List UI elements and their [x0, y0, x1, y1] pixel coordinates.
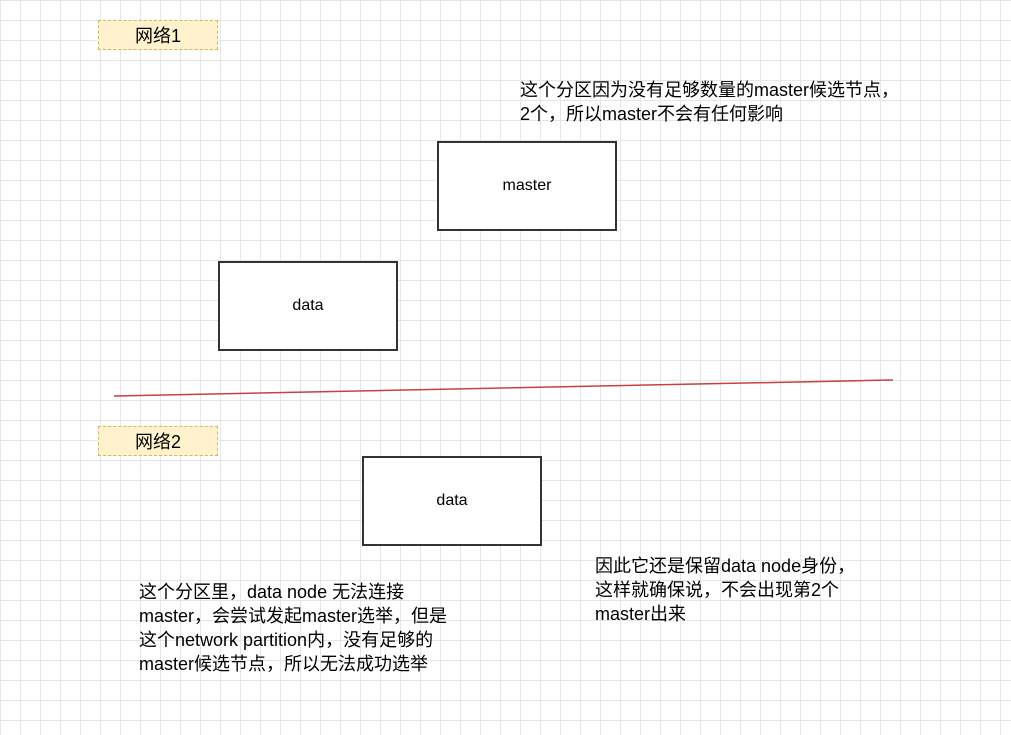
network2-note-left-line-2: master，会尝试发起master选举，但是 — [139, 606, 448, 626]
network2-data-node[interactable]: data — [362, 456, 542, 546]
network2-note-right-line-2: 这样就确保说，不会出现第2个 — [595, 580, 840, 600]
network2-note-right-line-1: 因此它还是保留data node身份， — [595, 556, 856, 576]
partition-divider-line[interactable] — [113, 379, 894, 397]
network2-note-right-line-3: master出来 — [595, 604, 687, 624]
network2-note-left-line-3: 这个network partition内，没有足够的 — [139, 630, 434, 650]
network2-note-right: 因此它还是保留data node身份， 这样就确保说，不会出现第2个 maste… — [595, 554, 855, 626]
network2-note-left-line-1: 这个分区里，data node 无法连接 — [139, 582, 405, 602]
network2-note-left-line-4: master候选节点，所以无法成功选举 — [139, 654, 429, 674]
network2-label-text: 网络2 — [134, 432, 181, 452]
network2-note-left: 这个分区里，data node 无法连接 master，会尝试发起master选… — [139, 580, 447, 676]
network2-label: 网络2 — [98, 426, 218, 456]
network2-data-node-label: data — [436, 492, 468, 509]
